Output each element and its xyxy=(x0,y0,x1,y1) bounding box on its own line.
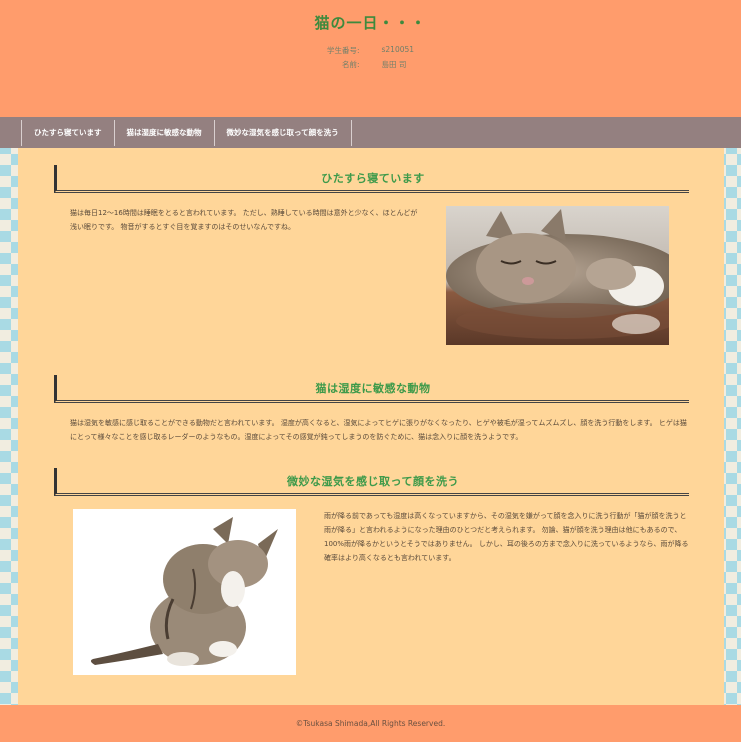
nav-item-sleeping[interactable]: ひたすら寝ています xyxy=(21,119,114,146)
student-id-value: s210051 xyxy=(381,45,415,54)
site-footer: ©Tsukasa Shimada,All Rights Reserved. xyxy=(0,705,741,742)
student-id-row: 学生番号: s210051 xyxy=(0,45,741,56)
name-value: 島田 司 xyxy=(381,60,407,69)
section-text-sleeping: 猫は毎日12〜16時間は睡眠をとると言われています。 ただし、熟睡している時間は… xyxy=(70,209,418,231)
site-header: 猫の一日・・・ 学生番号: s210051 名前: 島田 司 xyxy=(0,0,741,117)
nav-item-humidity[interactable]: 猫は湿度に敏感な動物 xyxy=(113,119,214,146)
name-label: 名前: xyxy=(341,60,360,69)
section-text-face-washing: 雨が降る前であっても湿度は高くなっていますから、その湿気を嫌がって顔を念入りに洗… xyxy=(324,512,689,562)
student-id-label: 学生番号: xyxy=(326,46,360,55)
copyright-text: ©Tsukasa Shimada,All Rights Reserved. xyxy=(295,719,446,728)
section-text-humidity: 猫は湿気を敏感に感じ取ることができる動物だと言われています。 湿度が高くなると、… xyxy=(70,419,687,441)
section-title-humidity: 猫は湿度に敏感な動物 xyxy=(54,375,689,403)
sleeping-cat-image xyxy=(446,206,669,345)
site-title: 猫の一日・・・ xyxy=(314,14,427,32)
washing-cat-photo xyxy=(73,509,296,675)
sleeping-cat-photo xyxy=(446,206,669,345)
section-title-sleeping: ひたすら寝ています xyxy=(54,165,689,193)
nav-bar: ひたすら寝ています 猫は湿度に敏感な動物 微妙な湿気を感じ取って顔を洗う xyxy=(0,117,741,148)
nav-item-face-washing[interactable]: 微妙な湿気を感じ取って顔を洗う xyxy=(213,119,352,146)
washing-cat-image xyxy=(73,509,296,675)
name-row: 名前: 島田 司 xyxy=(0,59,741,70)
section-title-face-washing: 微妙な湿気を感じ取って顔を洗う xyxy=(54,468,689,496)
main-content: ひたすら寝ています 猫は毎日12〜16時間は睡眠をとると言われています。 ただし… xyxy=(18,148,724,705)
